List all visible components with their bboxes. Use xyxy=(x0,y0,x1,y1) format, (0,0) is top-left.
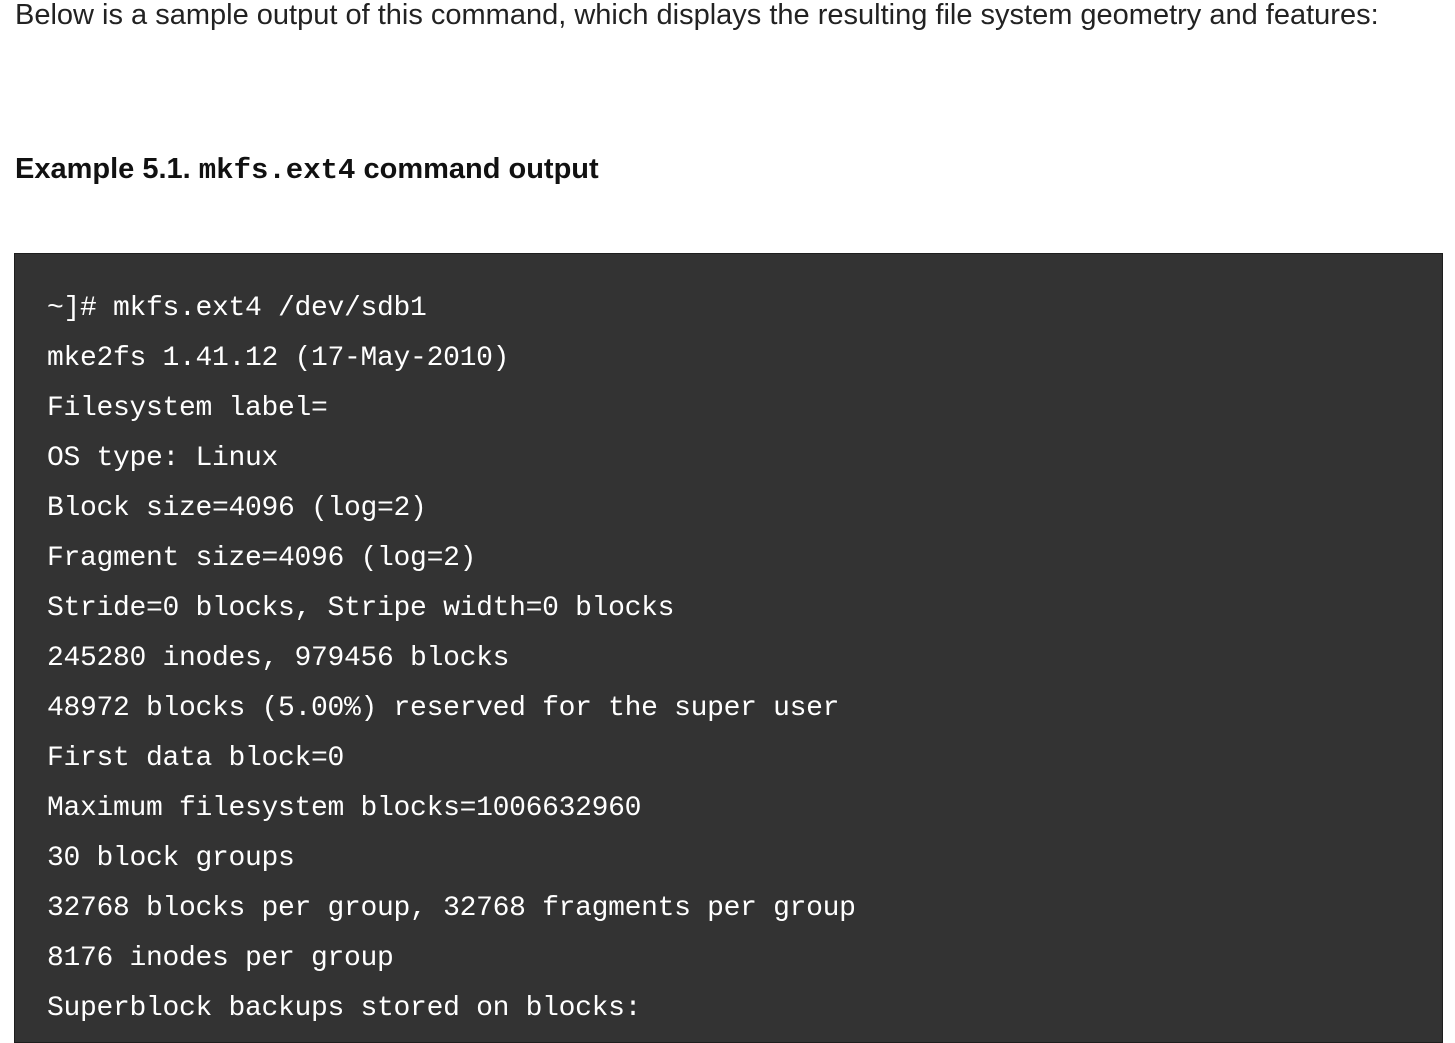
terminal-line: OS type: Linux xyxy=(47,443,279,474)
terminal-line: 30 block groups xyxy=(47,843,295,874)
intro-paragraph: Below is a sample output of this command… xyxy=(15,0,1379,31)
example-title-prefix: Example 5.1. xyxy=(15,153,199,185)
terminal-line: Block size=4096 (log=2) xyxy=(47,493,427,524)
example-title-suffix: command output xyxy=(355,153,599,185)
terminal-line: 48972 blocks (5.00%) reserved for the su… xyxy=(47,693,840,724)
terminal-line: 245280 inodes, 979456 blocks xyxy=(47,643,510,674)
terminal-line: Fragment size=4096 (log=2) xyxy=(47,543,477,574)
terminal-line: 8176 inodes per group xyxy=(47,943,394,974)
example-title: Example 5.1. mkfs.ext4 command output xyxy=(15,147,599,193)
terminal-line: First data block=0 xyxy=(47,743,345,774)
terminal-lines: ~]# mkfs.ext4 /dev/sdb1 mke2fs 1.41.12 (… xyxy=(47,284,856,1034)
terminal-line: 32768 blocks per group, 32768 fragments … xyxy=(47,893,856,924)
terminal-line: Stride=0 blocks, Stripe width=0 blocks xyxy=(47,593,675,624)
terminal-output-block: ~]# mkfs.ext4 /dev/sdb1 mke2fs 1.41.12 (… xyxy=(14,253,1443,1043)
terminal-line: ~]# mkfs.ext4 /dev/sdb1 xyxy=(47,293,427,324)
terminal-line: Maximum filesystem blocks=1006632960 xyxy=(47,793,642,824)
example-command: mkfs.ext4 xyxy=(198,154,356,187)
terminal-line: Filesystem label= xyxy=(47,393,328,424)
terminal-line: mke2fs 1.41.12 (17-May-2010) xyxy=(47,343,510,374)
terminal-line: Superblock backups stored on blocks: xyxy=(47,993,642,1024)
